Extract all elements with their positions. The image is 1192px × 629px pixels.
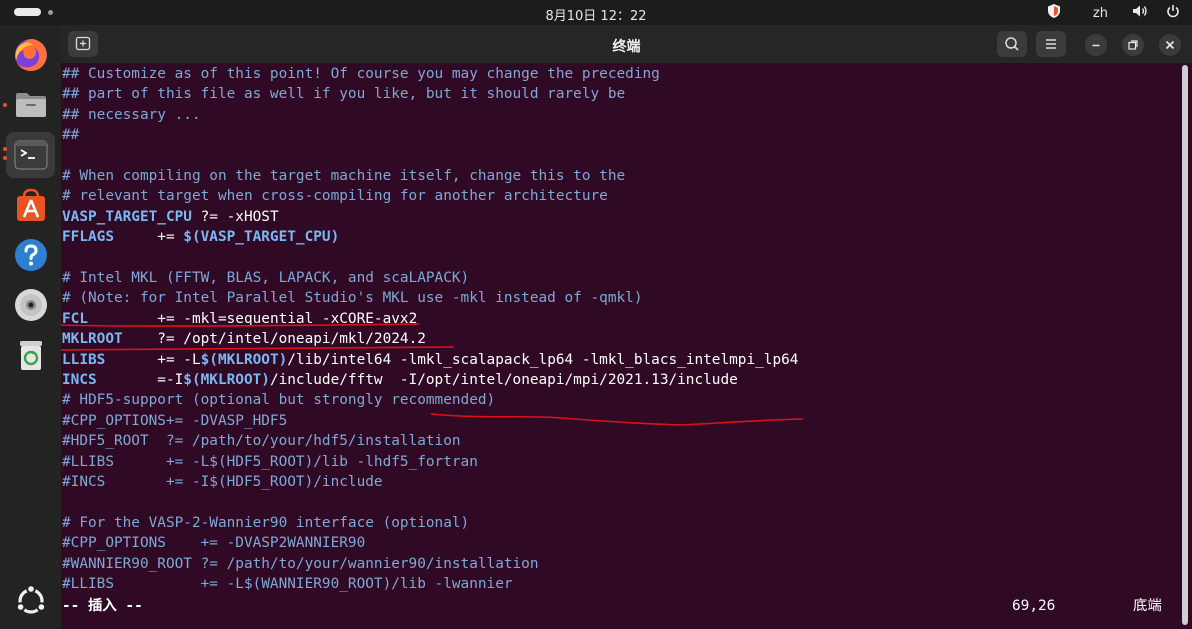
terminal-content[interactable]: #LLIBS += -L$(WANNIER90_ROOT)/lib -lwann…: [61, 63, 1179, 629]
show-apps-icon: [13, 583, 49, 619]
search-icon: [1005, 37, 1019, 51]
search-button[interactable]: [997, 31, 1027, 57]
running-indicator: [3, 147, 7, 151]
power-icon[interactable]: [1166, 4, 1180, 22]
terminal-scrollbar[interactable]: [1182, 65, 1188, 625]
files-icon: [13, 87, 49, 123]
clock[interactable]: 8月10日 12：22: [0, 5, 1192, 24]
input-method-indicator[interactable]: zh: [1093, 6, 1108, 21]
red-underline-annotations: [61, 323, 804, 426]
help-icon: [13, 237, 49, 273]
disc-icon: [13, 287, 49, 323]
close-icon: [1165, 40, 1175, 50]
dock-item-firefox[interactable]: [6, 32, 55, 78]
system-top-bar: 8月10日 12：22 zh: [0, 0, 1192, 25]
hamburger-menu-icon: [1046, 39, 1056, 49]
dock-item-show-apps[interactable]: [6, 578, 55, 624]
dock: [0, 25, 61, 629]
minimize-button[interactable]: [1085, 34, 1107, 56]
firefox-icon: [13, 37, 49, 73]
close-button[interactable]: [1159, 34, 1181, 56]
volume-icon[interactable]: [1132, 4, 1148, 22]
trash-icon: [13, 337, 49, 373]
dock-item-app-center[interactable]: [6, 182, 55, 228]
dock-item-help[interactable]: [6, 232, 55, 278]
minimize-icon: [1092, 44, 1100, 47]
app-center-icon: [13, 187, 49, 223]
terminal-window: 终端 #LLIBS += -L$(WANNIER90_ROOT)/lib -lw…: [61, 25, 1192, 629]
shield-icon[interactable]: [1047, 3, 1061, 23]
dock-item-trash[interactable]: [6, 332, 55, 378]
terminal-icon: [13, 137, 49, 173]
running-indicator: [3, 103, 7, 107]
dock-item-files[interactable]: [3, 82, 55, 128]
running-indicator: [3, 156, 7, 160]
system-tray[interactable]: zh: [1047, 4, 1180, 22]
menu-button[interactable]: [1036, 31, 1066, 57]
dock-item-disc[interactable]: [6, 282, 55, 328]
terminal-header-bar: 终端: [61, 25, 1192, 63]
restore-icon: [1128, 40, 1138, 50]
dock-item-terminal[interactable]: [3, 132, 55, 178]
maximize-button[interactable]: [1122, 34, 1144, 56]
